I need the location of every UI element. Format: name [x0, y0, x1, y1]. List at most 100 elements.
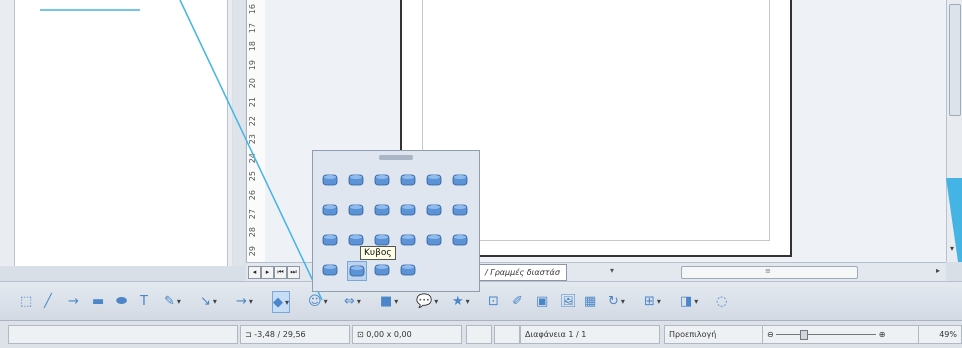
basic-shapes-button[interactable]: ◆ ▾: [272, 291, 291, 313]
lines-arrows-button[interactable]: → ▾: [236, 291, 253, 311]
ruler-number: 20: [248, 78, 257, 89]
pane-divider[interactable]: [233, 0, 245, 266]
dropdown-arrow-icon[interactable]: ▾: [466, 297, 470, 306]
square-box-icon[interactable]: [399, 261, 417, 279]
zoom-in-icon[interactable]: ⊕: [879, 330, 886, 339]
zoom-slider[interactable]: ⊖ ⊕: [762, 325, 920, 344]
polygon-icon[interactable]: [321, 231, 339, 249]
zoom-track[interactable]: [776, 330, 877, 340]
dropdown-arrow-icon[interactable]: ▾: [285, 298, 289, 307]
from-file-button[interactable]: 🖼: [560, 291, 577, 311]
arch-icon[interactable]: [451, 231, 469, 249]
stars-button[interactable]: ★ ▾: [452, 291, 470, 311]
select-button[interactable]: ⬚: [20, 291, 32, 311]
zoom-thumb[interactable]: [800, 330, 809, 340]
cube-flat-icon[interactable]: [321, 171, 339, 189]
tab-nav-prev-button[interactable]: ▸: [261, 266, 274, 279]
dropdown-arrow-icon[interactable]: ▾: [249, 297, 253, 306]
curve-button[interactable]: ✎ ▾: [164, 291, 181, 311]
status-position: ⊐ -3,48 / 29,56: [240, 325, 350, 344]
dropdown-arrow-icon[interactable]: ▾: [357, 297, 361, 306]
half-pyramid-icon[interactable]: [373, 201, 391, 219]
connector-button[interactable]: ↘ ▾: [200, 291, 217, 311]
ruler-number: 23: [248, 134, 257, 145]
box-icon[interactable]: [373, 261, 391, 279]
diamond-icon[interactable]: [425, 201, 443, 219]
ruler-number: 24: [248, 152, 257, 163]
align-button[interactable]: ⊞ ▾: [644, 291, 661, 311]
scroll-down-icon[interactable]: ▾: [950, 244, 954, 253]
symbol-shapes-button[interactable]: ☺ ▾: [308, 291, 328, 311]
cone-wedge-icon[interactable]: [321, 201, 339, 219]
sphere-icon[interactable]: [425, 171, 443, 189]
cylinder-flat-icon[interactable]: [347, 171, 365, 189]
tab-more-icon[interactable]: ▾: [610, 266, 614, 275]
points-icon: ⊡: [488, 293, 499, 309]
gallery-button[interactable]: ▦: [584, 291, 596, 311]
from-file-icon: 🖼: [560, 293, 577, 309]
size-icon: ⊡: [357, 330, 367, 339]
status-modified: [466, 325, 492, 344]
flowchart-button[interactable]: ■ ▾: [380, 291, 398, 311]
callouts-button[interactable]: 💬 ▾: [416, 291, 438, 311]
zoom-out-icon[interactable]: ⊖: [767, 330, 774, 339]
fontwork-button[interactable]: ▣: [536, 291, 548, 311]
cube-icon[interactable]: [347, 261, 367, 281]
extrusion-button[interactable]: ◌: [716, 291, 727, 311]
line-button[interactable]: ╱: [44, 291, 52, 311]
dropdown-arrow-icon[interactable]: ▾: [694, 297, 698, 306]
tooltip: Κυβος: [360, 246, 396, 260]
align-icon: ⊞: [644, 293, 655, 309]
ruler-number: 19: [248, 59, 257, 70]
parallelogram-icon[interactable]: [451, 201, 469, 219]
tab-nav-last-button[interactable]: ⏭: [287, 266, 300, 279]
pyramid-icon[interactable]: [347, 201, 365, 219]
cylinder-small-icon[interactable]: [321, 261, 339, 279]
pill-icon[interactable]: [373, 171, 391, 189]
zoom-percent[interactable]: 49%: [918, 325, 962, 344]
rectangle-button[interactable]: ▬: [92, 291, 104, 311]
popup-drag-handle[interactable]: [379, 155, 413, 160]
basic-3d-shapes-popup: [312, 150, 480, 292]
rotate-button[interactable]: ↻ ▾: [608, 291, 625, 311]
ring-icon[interactable]: [425, 231, 443, 249]
text-button[interactable]: T: [140, 291, 148, 311]
ellipse-button[interactable]: ⬬: [116, 291, 127, 311]
dropdown-arrow-icon[interactable]: ▾: [621, 297, 625, 306]
glue-button[interactable]: ✐: [512, 291, 523, 311]
block-arrows-button[interactable]: ⇔ ▾: [344, 291, 361, 311]
dropdown-arrow-icon[interactable]: ▾: [177, 297, 181, 306]
arrow-button[interactable]: →: [68, 291, 79, 311]
tab-dimension-lines[interactable]: / Γραμμές διαστάσ: [478, 264, 567, 281]
fontwork-icon: ▣: [536, 293, 549, 309]
scroll-thumb[interactable]: [949, 4, 961, 116]
tab-nav-first-button[interactable]: ◂: [248, 266, 261, 279]
points-button[interactable]: ⊡: [488, 291, 499, 311]
dropdown-arrow-icon[interactable]: ▾: [324, 297, 328, 306]
arrange-button[interactable]: ◨ ▾: [680, 291, 698, 311]
text-icon: T: [140, 293, 148, 309]
plus-icon[interactable]: [399, 231, 417, 249]
dropdown-arrow-icon[interactable]: ▾: [394, 297, 398, 306]
dropdown-arrow-icon[interactable]: ▾: [213, 297, 217, 306]
dropdown-arrow-icon[interactable]: ▾: [434, 297, 438, 306]
block-arrows-icon: ⇔: [344, 293, 355, 309]
status-bar: ⊐ -3,48 / 29,56 ⊡ 0,00 x 0,00 Διαφάνεια …: [0, 320, 962, 348]
slides-pane: [0, 0, 232, 266]
tab-nav-next-button[interactable]: ⏮: [274, 266, 287, 279]
disc-icon[interactable]: [451, 171, 469, 189]
glue-icon: ✐: [512, 293, 523, 309]
ruler-number: 22: [248, 115, 257, 126]
barrel-icon[interactable]: [399, 171, 417, 189]
status-empty-field: [8, 325, 238, 344]
scroll-right-icon[interactable]: ▸: [936, 266, 940, 275]
horizontal-scrollbar[interactable]: ≡: [681, 266, 858, 279]
symbol-shapes-icon: ☺: [308, 293, 322, 309]
lines-arrows-icon: →: [236, 293, 247, 309]
gallery-icon: ▦: [584, 293, 597, 309]
status-layout[interactable]: Προεπιλογή: [664, 325, 764, 344]
bowl-icon[interactable]: [399, 201, 417, 219]
dropdown-arrow-icon[interactable]: ▾: [657, 297, 661, 306]
slide-preview-area[interactable]: [14, 0, 228, 266]
vertical-scrollbar[interactable]: ▾: [946, 0, 962, 262]
